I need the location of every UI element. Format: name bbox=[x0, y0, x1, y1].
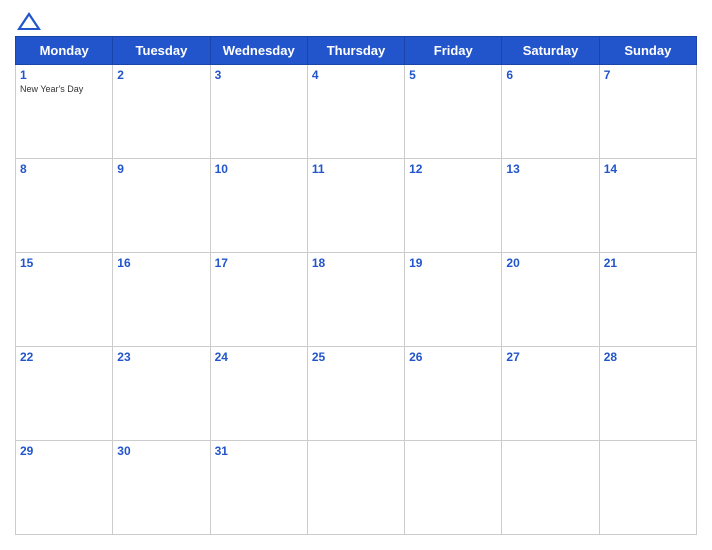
day-number: 24 bbox=[215, 350, 303, 364]
day-number: 3 bbox=[215, 68, 303, 82]
day-number: 13 bbox=[506, 162, 594, 176]
day-number: 2 bbox=[117, 68, 205, 82]
calendar-cell: 16 bbox=[113, 253, 210, 347]
day-number: 15 bbox=[20, 256, 108, 270]
day-number: 1 bbox=[20, 68, 108, 82]
day-number: 18 bbox=[312, 256, 400, 270]
day-number: 21 bbox=[604, 256, 692, 270]
calendar-cell: 22 bbox=[16, 347, 113, 441]
calendar-body: 1New Year's Day2345678910111213141516171… bbox=[16, 65, 697, 535]
calendar-cell: 29 bbox=[16, 441, 113, 535]
day-number: 22 bbox=[20, 350, 108, 364]
day-number: 29 bbox=[20, 444, 108, 458]
day-number: 20 bbox=[506, 256, 594, 270]
day-number: 11 bbox=[312, 162, 400, 176]
calendar-cell bbox=[599, 441, 696, 535]
calendar-cell: 1 New Year's Day bbox=[16, 65, 113, 159]
day-number: 31 bbox=[215, 444, 303, 458]
calendar-cell: 9 bbox=[113, 159, 210, 253]
day-number: 17 bbox=[215, 256, 303, 270]
logo-icon bbox=[15, 10, 43, 32]
weekday-header-wednesday: Wednesday bbox=[210, 37, 307, 65]
day-number: 26 bbox=[409, 350, 497, 364]
calendar-cell bbox=[502, 441, 599, 535]
calendar-cell: 10 bbox=[210, 159, 307, 253]
day-number: 7 bbox=[604, 68, 692, 82]
calendar-cell: 6 bbox=[502, 65, 599, 159]
calendar-cell: 13 bbox=[502, 159, 599, 253]
calendar-cell: 8 bbox=[16, 159, 113, 253]
calendar-week-row: 15 16 17 18 19 20 21 bbox=[16, 253, 697, 347]
calendar-cell: 14 bbox=[599, 159, 696, 253]
calendar-cell: 4 bbox=[307, 65, 404, 159]
calendar-cell: 18 bbox=[307, 253, 404, 347]
day-number: 28 bbox=[604, 350, 692, 364]
calendar-cell: 3 bbox=[210, 65, 307, 159]
calendar-week-row: 22 23 24 25 26 27 28 bbox=[16, 347, 697, 441]
calendar-cell: 23 bbox=[113, 347, 210, 441]
calendar-table: MondayTuesdayWednesdayThursdayFridaySatu… bbox=[15, 36, 697, 535]
weekday-header-sunday: Sunday bbox=[599, 37, 696, 65]
calendar-week-row: 29 30 31 bbox=[16, 441, 697, 535]
calendar-cell: 28 bbox=[599, 347, 696, 441]
calendar-week-row: 89 10 11 12 13 14 bbox=[16, 159, 697, 253]
calendar-cell bbox=[405, 441, 502, 535]
calendar-cell: 21 bbox=[599, 253, 696, 347]
calendar-cell bbox=[307, 441, 404, 535]
calendar-cell: 7 bbox=[599, 65, 696, 159]
day-number: 19 bbox=[409, 256, 497, 270]
day-number: 9 bbox=[117, 162, 205, 176]
weekday-header-row: MondayTuesdayWednesdayThursdayFridaySatu… bbox=[16, 37, 697, 65]
calendar-cell: 31 bbox=[210, 441, 307, 535]
day-number: 12 bbox=[409, 162, 497, 176]
calendar-cell: 15 bbox=[16, 253, 113, 347]
day-number: 5 bbox=[409, 68, 497, 82]
calendar-cell: 27 bbox=[502, 347, 599, 441]
calendar-cell: 12 bbox=[405, 159, 502, 253]
weekday-header-saturday: Saturday bbox=[502, 37, 599, 65]
day-number: 10 bbox=[215, 162, 303, 176]
day-number: 23 bbox=[117, 350, 205, 364]
weekday-header-monday: Monday bbox=[16, 37, 113, 65]
calendar-cell: 11 bbox=[307, 159, 404, 253]
weekday-header-friday: Friday bbox=[405, 37, 502, 65]
weekday-header-thursday: Thursday bbox=[307, 37, 404, 65]
calendar-cell: 17 bbox=[210, 253, 307, 347]
day-number: 4 bbox=[312, 68, 400, 82]
day-number: 30 bbox=[117, 444, 205, 458]
day-number: 16 bbox=[117, 256, 205, 270]
calendar-cell: 26 bbox=[405, 347, 502, 441]
day-number: 8 bbox=[20, 162, 108, 176]
calendar-cell: 2 bbox=[113, 65, 210, 159]
calendar-cell: 5 bbox=[405, 65, 502, 159]
day-number: 25 bbox=[312, 350, 400, 364]
calendar-cell: 24 bbox=[210, 347, 307, 441]
calendar-cell: 30 bbox=[113, 441, 210, 535]
weekday-header-tuesday: Tuesday bbox=[113, 37, 210, 65]
day-number: 14 bbox=[604, 162, 692, 176]
holiday-label: New Year's Day bbox=[20, 84, 108, 94]
day-number: 27 bbox=[506, 350, 594, 364]
calendar-cell: 25 bbox=[307, 347, 404, 441]
day-number: 6 bbox=[506, 68, 594, 82]
calendar-cell: 20 bbox=[502, 253, 599, 347]
calendar-week-row: 1 New Year's Day 234567 bbox=[16, 65, 697, 159]
logo bbox=[15, 10, 47, 32]
calendar-cell: 19 bbox=[405, 253, 502, 347]
